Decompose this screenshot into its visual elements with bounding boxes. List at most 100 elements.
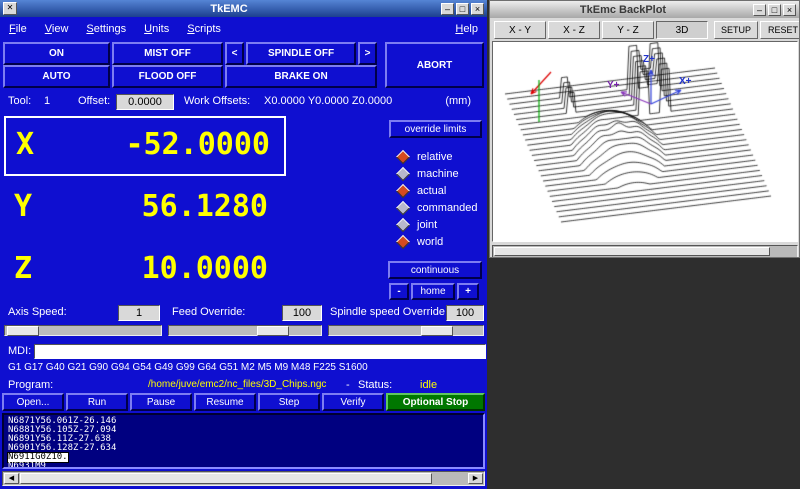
active-gcodes: G1 G17 G40 G21 G90 G94 G54 G49 G99 G64 G… — [8, 362, 368, 373]
optional-stop-button[interactable]: Optional Stop — [386, 393, 485, 411]
reset-button[interactable]: RESET — [760, 21, 800, 39]
radio-joint-label: joint — [417, 219, 437, 231]
backplot-canvas-area: Z+ Y+ X+ — [492, 41, 798, 242]
tab-xy[interactable]: X - Y — [494, 21, 546, 39]
tab-yz[interactable]: Y - Z — [602, 21, 654, 39]
tool-label: Tool: — [8, 95, 31, 107]
jog-minus-button[interactable]: - — [389, 283, 409, 300]
radio-commanded[interactable]: commanded — [398, 200, 478, 215]
axis-speed-label: Axis Speed: — [8, 306, 67, 318]
menu-view[interactable]: View — [45, 23, 69, 35]
spindle-override-slider-handle[interactable] — [421, 326, 453, 336]
backplot-horizontal-scrollbar[interactable] — [492, 245, 798, 258]
program-listing[interactable]: N6871Y56.061Z-26.146 N6881Y56.105Z-27.09… — [2, 413, 485, 469]
close-icon[interactable]: × — [471, 3, 484, 15]
radio-relative[interactable]: relative — [398, 149, 452, 164]
axis-speed-slider-handle[interactable] — [7, 326, 39, 336]
axis-y-letter: Y — [14, 189, 32, 224]
listing-horizontal-scrollbar[interactable]: ◀ ▶ — [2, 471, 485, 486]
spindle-slower-button[interactable]: < — [225, 42, 244, 65]
backplot-window: TkEmc BackPlot – □ × X - Y X - Z Y - Z 3… — [489, 0, 800, 258]
units-label: (mm) — [445, 95, 471, 107]
work-offsets-label: Work Offsets: — [184, 95, 250, 107]
abort-button[interactable]: ABORT — [385, 42, 484, 88]
minimize-icon[interactable]: – — [753, 4, 766, 16]
axis-x-value: -52.0000 — [126, 127, 271, 162]
close-icon[interactable]: × — [783, 4, 796, 16]
program-label: Program: — [8, 379, 53, 391]
tab-xz[interactable]: X - Z — [548, 21, 600, 39]
axis-speed-slider[interactable] — [4, 325, 162, 336]
desktop: ✕ TkEMC – □ × File View Settings Units S… — [0, 0, 800, 489]
tkemc-window-title: TkEMC — [17, 3, 441, 15]
radio-joint[interactable]: joint — [398, 217, 437, 232]
axis-speed-value: 1 — [118, 305, 160, 321]
radio-machine-indicator-icon — [396, 166, 410, 180]
tkemc-titlebar[interactable]: ✕ TkEMC – □ × — [0, 0, 487, 17]
scrollbar-thumb[interactable] — [20, 473, 432, 484]
feed-override-slider-handle[interactable] — [257, 326, 289, 336]
spindle-override-slider[interactable] — [328, 325, 484, 336]
override-limits-button[interactable]: override limits — [389, 120, 482, 138]
radio-world-label: world — [417, 236, 443, 248]
flood-button[interactable]: FLOOD OFF — [112, 65, 223, 88]
axis-x-letter: X — [16, 127, 34, 162]
step-button[interactable]: Step — [258, 393, 320, 411]
mist-button[interactable]: MIST OFF — [112, 42, 223, 65]
radio-relative-label: relative — [417, 151, 452, 163]
home-button[interactable]: home — [411, 283, 455, 300]
machine-on-button[interactable]: ON — [3, 42, 110, 65]
menu-settings[interactable]: Settings — [86, 23, 126, 35]
mode-auto-button[interactable]: AUTO — [3, 65, 110, 88]
feed-override-slider[interactable] — [168, 325, 322, 336]
jog-plus-button[interactable]: + — [457, 283, 479, 300]
run-button[interactable]: Run — [66, 393, 128, 411]
radio-commanded-label: commanded — [417, 202, 478, 214]
spindle-faster-button[interactable]: > — [358, 42, 377, 65]
listing-line: N6901Y56.128Z-27.634 — [8, 444, 483, 453]
backplot-window-controls: – □ × — [753, 4, 796, 16]
spindle-override-value: 100 — [446, 305, 484, 321]
radio-actual-label: actual — [417, 185, 446, 197]
axis-display-z[interactable]: Z 10.0000 — [4, 242, 282, 298]
radio-actual[interactable]: actual — [398, 183, 446, 198]
feed-override-label: Feed Override: — [172, 306, 245, 318]
axis-z-letter: Z — [14, 251, 32, 286]
scrollbar-thumb[interactable] — [494, 247, 770, 256]
axis-display-x[interactable]: X -52.0000 — [4, 116, 286, 176]
scroll-right-icon[interactable]: ▶ — [468, 473, 483, 484]
z-axis-label: Z+ — [643, 54, 655, 65]
spindle-button[interactable]: SPINDLE OFF — [246, 42, 356, 65]
minimize-icon[interactable]: – — [441, 3, 454, 15]
brake-button[interactable]: BRAKE ON — [225, 65, 377, 88]
menu-scripts[interactable]: Scripts — [187, 23, 221, 35]
maximize-icon[interactable]: □ — [768, 4, 781, 16]
radio-actual-indicator-icon — [396, 183, 410, 197]
listing-line: N6931M9 — [8, 462, 483, 469]
radio-machine[interactable]: machine — [398, 166, 459, 181]
backplot-titlebar[interactable]: TkEmc BackPlot – □ × — [490, 1, 799, 18]
scroll-left-icon[interactable]: ◀ — [4, 473, 19, 484]
tkemc-window: ✕ TkEMC – □ × File View Settings Units S… — [0, 0, 487, 489]
open-button[interactable]: Open... — [2, 393, 64, 411]
verify-button[interactable]: Verify — [322, 393, 384, 411]
radio-world[interactable]: world — [398, 234, 443, 249]
menu-units[interactable]: Units — [144, 23, 169, 35]
menu-help[interactable]: Help — [455, 23, 478, 35]
y-axis-label: Y+ — [607, 80, 620, 91]
offset-value: 0.0000 — [116, 94, 174, 110]
resume-button[interactable]: Resume — [194, 393, 256, 411]
tkemc-menubar: File View Settings Units Scripts Help — [0, 17, 487, 40]
maximize-icon[interactable]: □ — [456, 3, 469, 15]
menu-file[interactable]: File — [9, 23, 27, 35]
tab-3d[interactable]: 3D — [656, 21, 708, 39]
pause-button[interactable]: Pause — [130, 393, 192, 411]
window-menu-icon[interactable]: ✕ — [3, 2, 17, 15]
spindle-override-label: Spindle speed Override: — [330, 306, 448, 318]
setup-button[interactable]: SETUP — [714, 21, 758, 39]
backplot-window-title: TkEmc BackPlot — [493, 4, 753, 16]
mdi-input[interactable] — [34, 344, 486, 359]
jog-mode-dropdown[interactable]: continuous — [388, 261, 482, 279]
axis-display-y[interactable]: Y 56.1280 — [4, 180, 282, 236]
radio-joint-indicator-icon — [396, 217, 410, 231]
